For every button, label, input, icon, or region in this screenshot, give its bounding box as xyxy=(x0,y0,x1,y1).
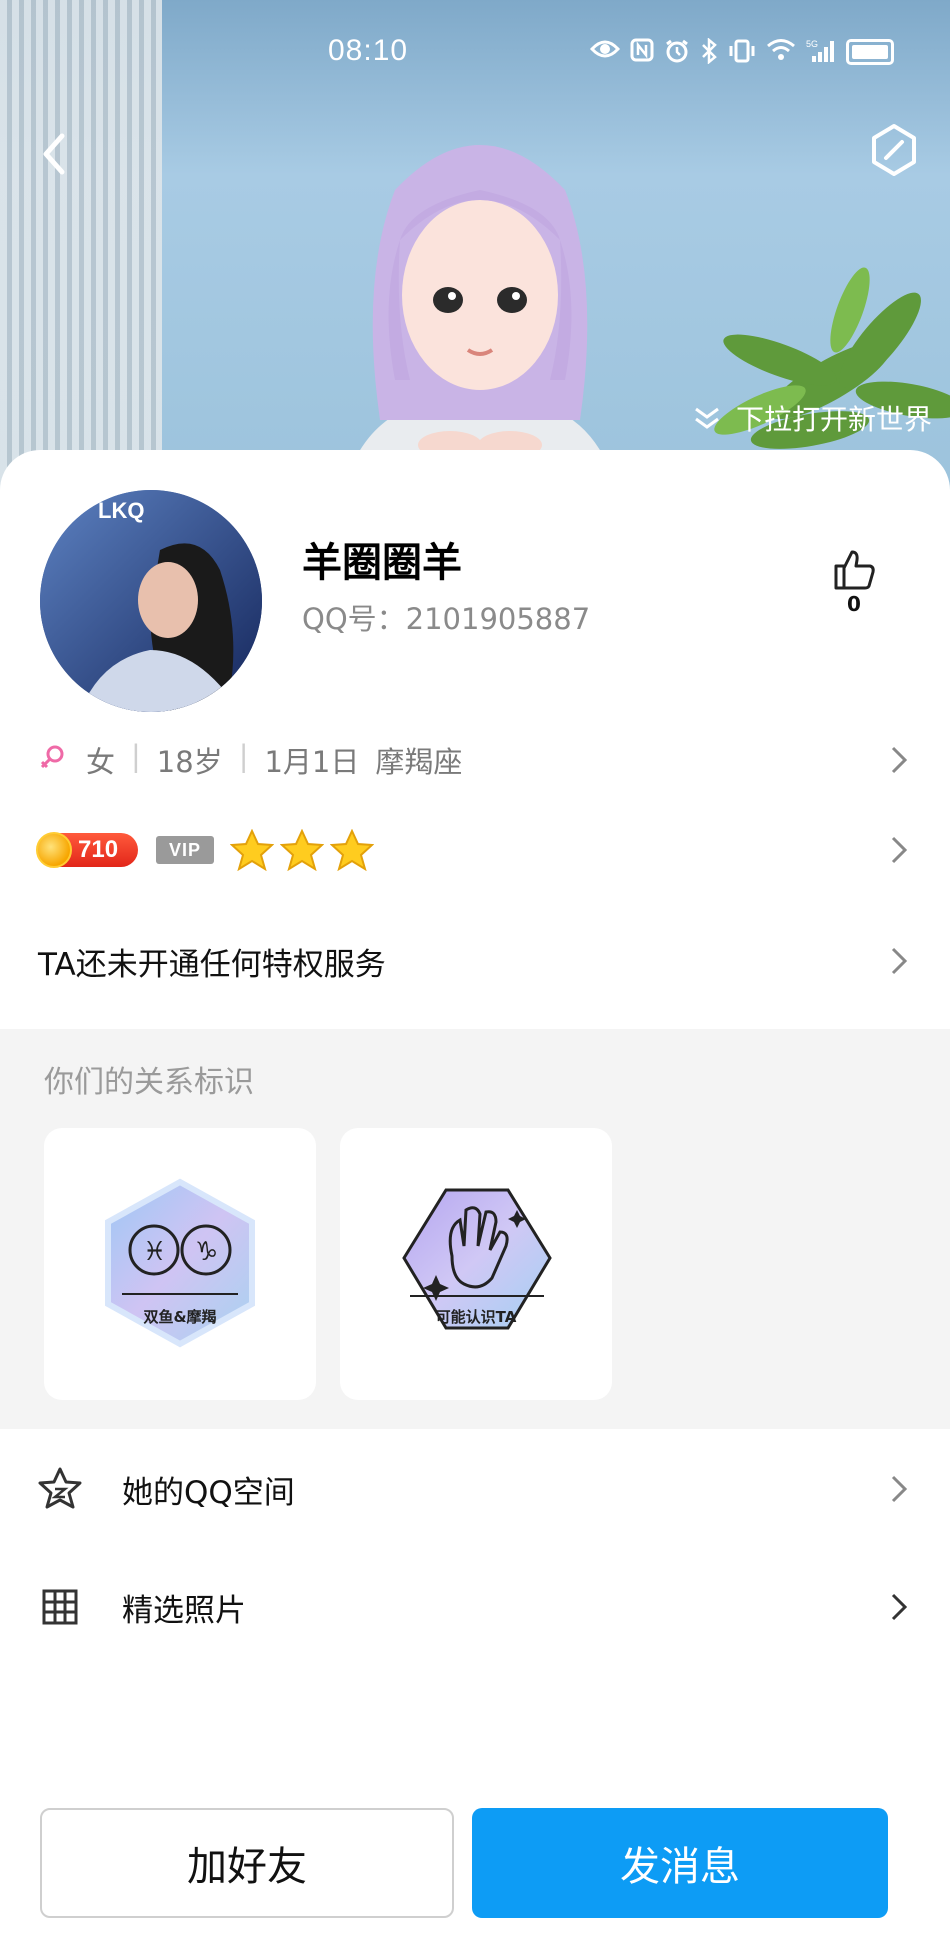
qzone-star-icon xyxy=(38,1467,82,1509)
age-text: 18岁 xyxy=(156,745,223,779)
avatar-3d-figure xyxy=(300,145,660,500)
profile-banner[interactable]: 08:10 5G 下拉打开新世界 xyxy=(0,0,950,500)
like-button[interactable]: 0 xyxy=(826,548,882,616)
wifi-icon xyxy=(766,38,796,69)
chevron-right-icon xyxy=(891,836,908,864)
wave-hand-badge-icon xyxy=(402,1188,552,1330)
coin-icon xyxy=(36,832,72,868)
status-bar: 08:10 5G xyxy=(0,0,950,110)
star-icon xyxy=(280,829,324,871)
zodiac-text: 摩羯座 xyxy=(375,745,463,779)
bluetooth-icon xyxy=(700,37,718,69)
birthday-text: 1月1日 xyxy=(264,745,360,779)
svg-text:5G: 5G xyxy=(806,39,818,49)
status-icons: 5G xyxy=(589,37,894,69)
photos-row[interactable]: 精选照片 xyxy=(0,1562,950,1652)
more-menu-button[interactable] xyxy=(868,122,920,178)
basic-info-row[interactable]: 女 | 18岁 | 1月1日 摩羯座 xyxy=(0,730,950,790)
level-badge: 710 xyxy=(36,832,138,868)
privilege-text: TA还未开通任何特权服务 xyxy=(38,946,386,983)
chevron-right-icon xyxy=(891,1593,908,1621)
profile-name: 羊圈圈羊 xyxy=(302,540,462,586)
alarm-icon xyxy=(664,38,690,69)
svg-text:♑: ♑ xyxy=(195,1237,218,1267)
basic-info: 女 | 18岁 | 1月1日 摩羯座 xyxy=(86,739,462,781)
profile-avatar[interactable]: LKQ xyxy=(40,490,262,712)
qzone-label: 她的QQ空间 xyxy=(122,1474,295,1511)
separator: | xyxy=(131,739,141,773)
relation-title: 你们的关系标识 xyxy=(44,1065,254,1100)
status-time: 08:10 xyxy=(328,34,409,67)
grid-photos-icon xyxy=(42,1589,78,1625)
profile-card: LKQ 羊圈圈羊 QQ号：2101905887 0 女 | 18岁 | 1月1日… xyxy=(0,450,950,1959)
relation-card-label: 可能认识TA xyxy=(435,1308,517,1326)
svg-text:LKQ: LKQ xyxy=(98,498,144,523)
hexagon-menu-icon xyxy=(872,124,916,176)
relation-card-zodiac[interactable]: ♓ ♑ 双鱼&摩羯 xyxy=(44,1128,316,1400)
chevron-right-icon xyxy=(891,1475,908,1503)
nfc-icon xyxy=(630,38,654,69)
privilege-row[interactable]: TA还未开通任何特权服务 xyxy=(0,926,950,996)
zodiac-match-badge-icon: ♓ ♑ xyxy=(105,1178,255,1348)
qzone-row[interactable]: 她的QQ空间 xyxy=(0,1444,950,1534)
chevron-right-icon xyxy=(891,746,908,774)
level-number: 710 xyxy=(78,836,119,863)
avatar-photo: LKQ xyxy=(40,490,262,712)
like-count: 0 xyxy=(847,592,861,616)
eye-icon xyxy=(589,38,621,69)
level-badges-row[interactable]: 710 VIP xyxy=(0,820,950,880)
add-friend-button[interactable]: 加好友 xyxy=(40,1808,454,1918)
relation-card-label: 双鱼&摩羯 xyxy=(143,1308,217,1326)
gender-text: 女 xyxy=(86,745,116,779)
battery-icon xyxy=(846,39,894,65)
vibrate-icon xyxy=(728,38,756,69)
thumbs-up-icon xyxy=(834,550,875,590)
star-icon xyxy=(230,829,274,871)
signal-5g-icon: 5G xyxy=(806,38,836,69)
send-message-button[interactable]: 发消息 xyxy=(472,1808,888,1918)
photos-label: 精选照片 xyxy=(122,1592,246,1629)
qq-number: QQ号：2101905887 xyxy=(302,602,591,636)
pull-down-hint-text: 下拉打开新世界 xyxy=(735,403,932,436)
relation-section: 你们的关系标识 ♓ ♑ 双鱼&摩羯 可能认识TA xyxy=(0,1029,950,1429)
level-stars xyxy=(230,829,374,871)
female-icon xyxy=(38,743,66,778)
svg-text:♓: ♓ xyxy=(143,1237,166,1267)
separator: | xyxy=(238,739,249,773)
chevron-right-icon xyxy=(891,947,908,975)
star-icon xyxy=(330,829,374,871)
relation-card-may-know[interactable]: 可能认识TA xyxy=(340,1128,612,1400)
back-button[interactable] xyxy=(34,124,74,184)
pull-down-hint[interactable]: 下拉打开新世界 xyxy=(692,398,932,438)
vip-badge: VIP xyxy=(156,836,214,864)
double-chevron-down-icon xyxy=(695,407,719,429)
back-arrow-icon xyxy=(43,133,65,175)
